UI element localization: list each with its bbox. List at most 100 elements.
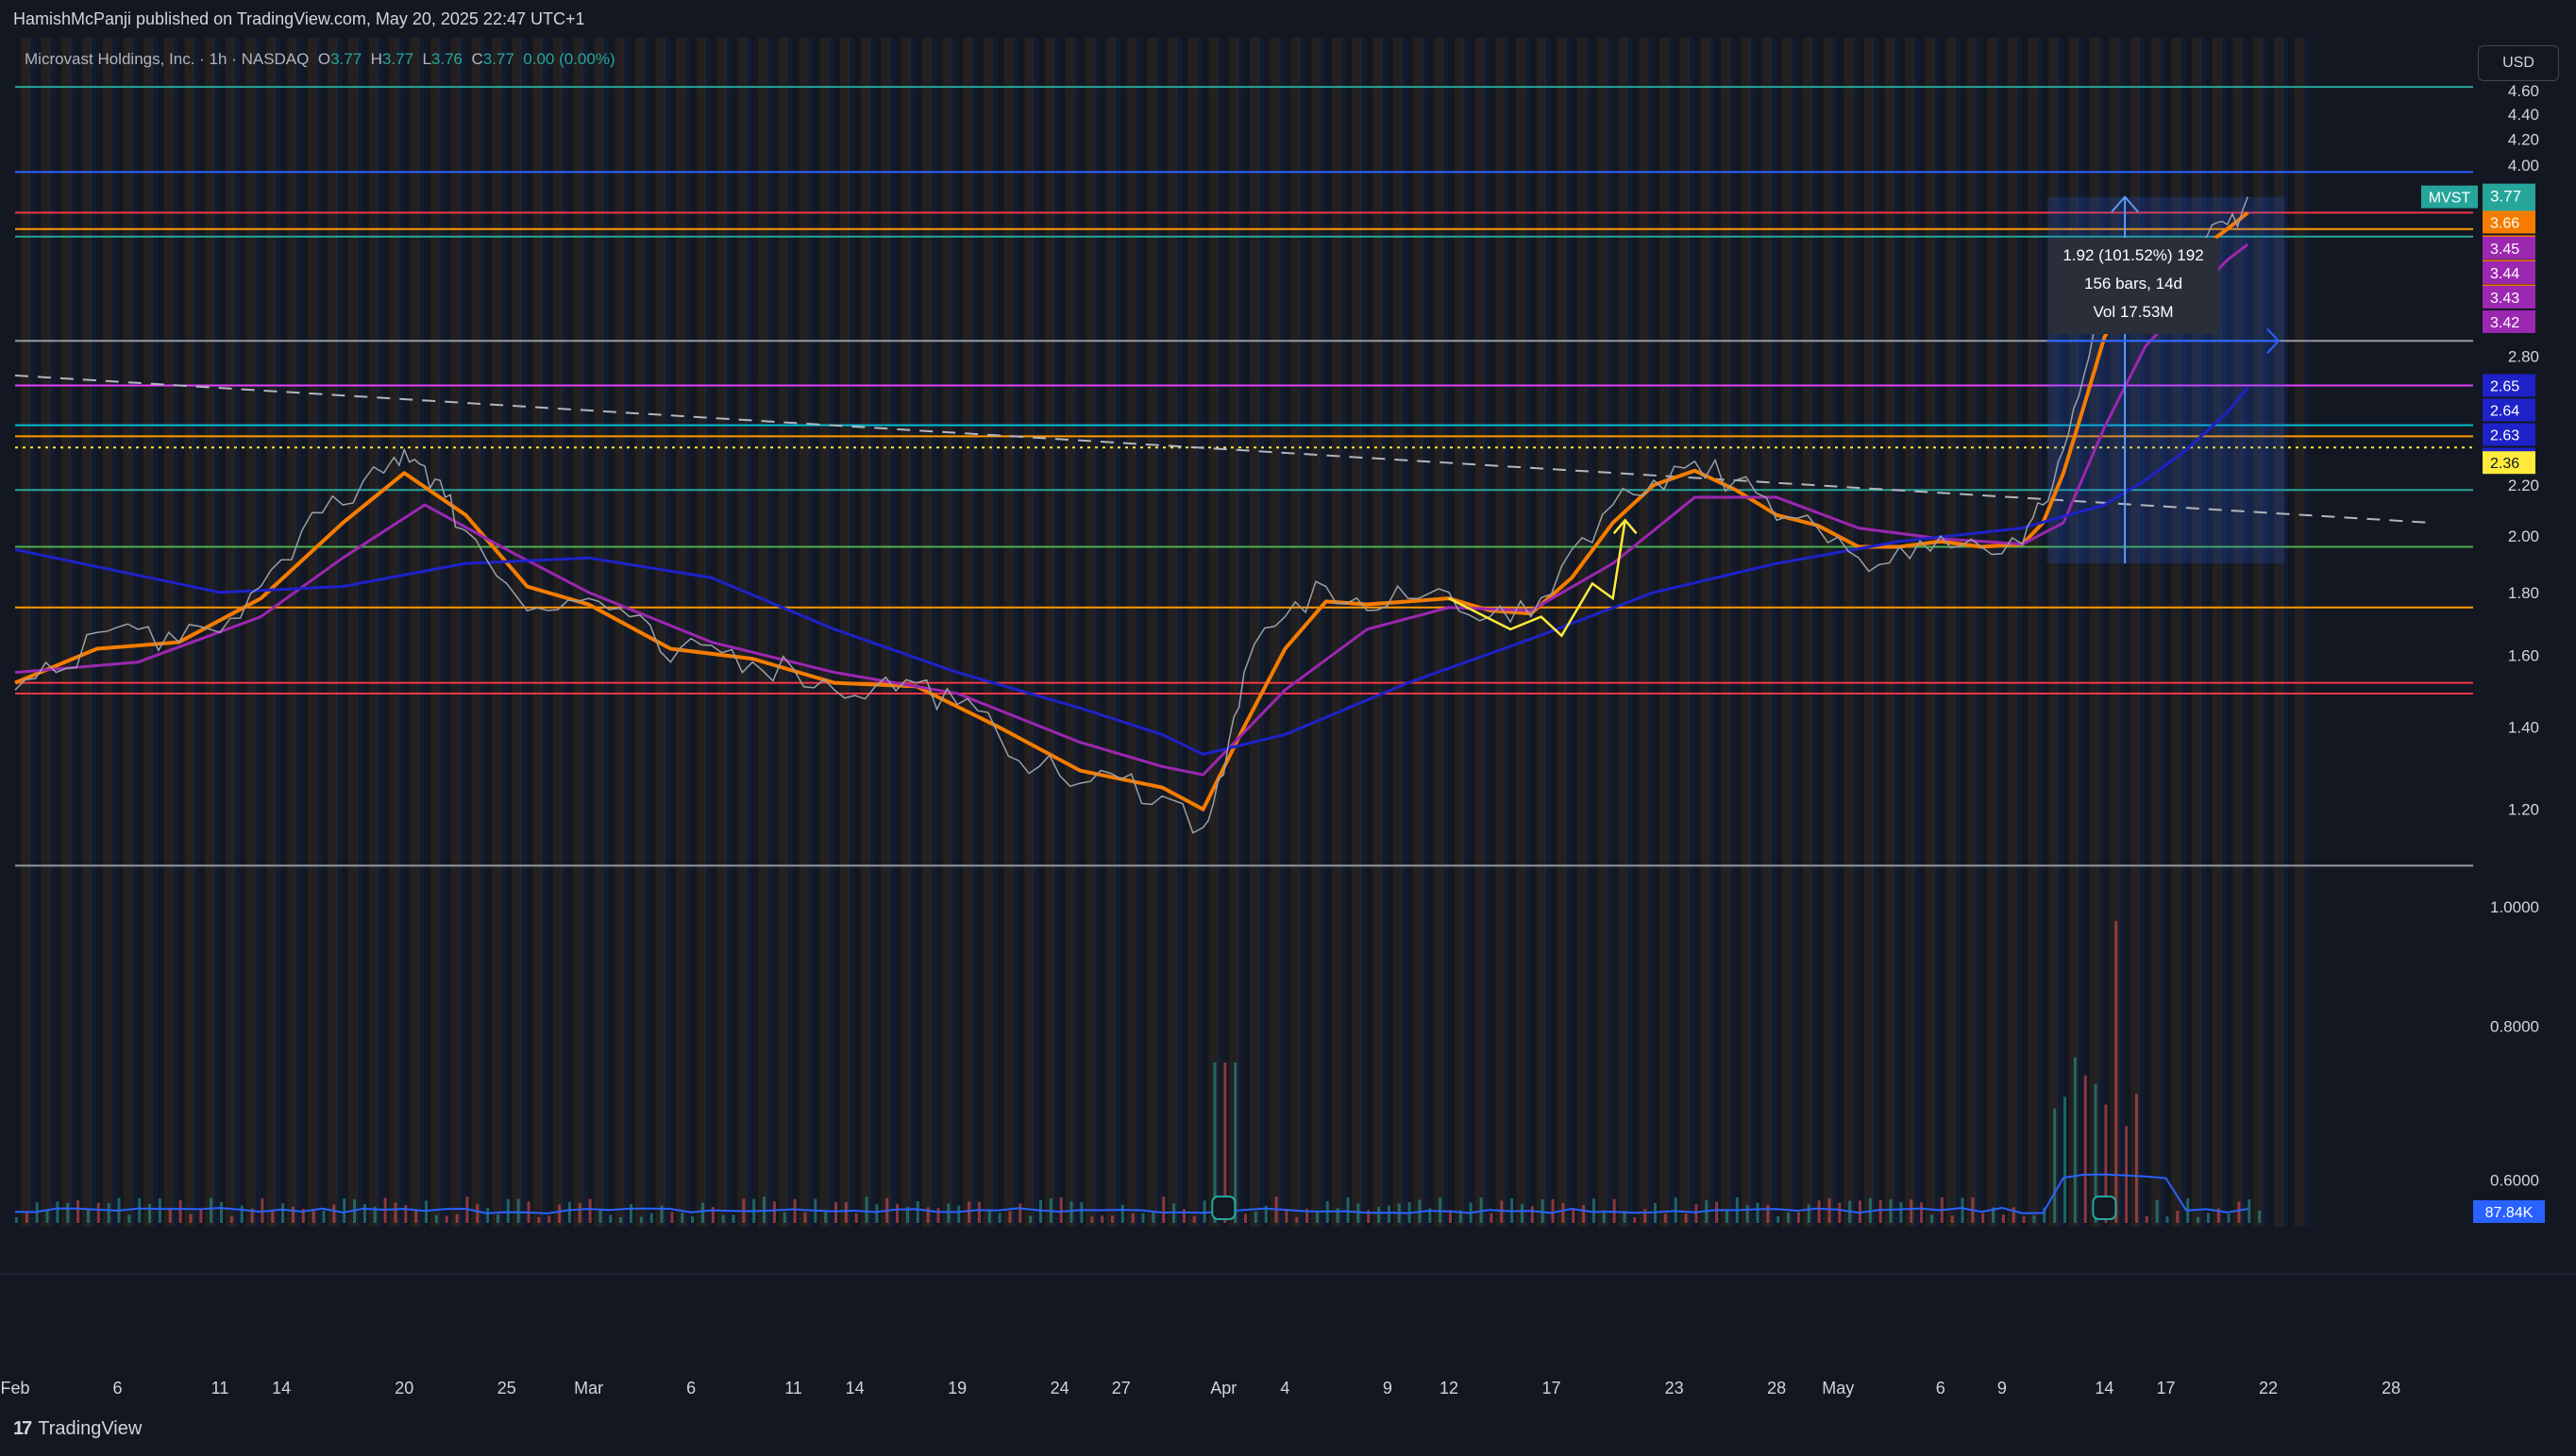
session-stripe (561, 38, 568, 1227)
volume-bar (362, 1204, 366, 1223)
volume-bar (537, 1216, 541, 1223)
price-tick-label: 2.00 (2508, 527, 2539, 545)
earnings-marker-icon (2092, 1196, 2117, 1220)
volume-bar (96, 1202, 100, 1223)
volume-bar (1101, 1215, 1104, 1223)
volume-bar (700, 1202, 704, 1223)
session-stripe (417, 38, 425, 1227)
session-stripe (663, 38, 670, 1227)
session-stripe (314, 38, 322, 1227)
session-stripe (1524, 38, 1531, 1227)
session-stripe (1933, 38, 1941, 1227)
volume-bar (2206, 1213, 2210, 1223)
price-label-text: 3.43 (2490, 291, 2519, 307)
volume-bar (2155, 1199, 2159, 1223)
volume-bar (1551, 1198, 1555, 1223)
volume-bar (1838, 1202, 1842, 1223)
volume-bar (957, 1205, 961, 1223)
session-stripe (1380, 38, 1388, 1227)
volume-bar (2022, 1215, 2026, 1223)
volume-bar (2073, 1057, 2077, 1223)
session-stripe (396, 38, 404, 1227)
volume-bar (793, 1198, 797, 1223)
volume-bar (425, 1200, 428, 1223)
session-stripe (109, 38, 117, 1227)
volume-bar (1756, 1202, 1759, 1223)
price-tick-label: 4.20 (2508, 130, 2539, 148)
symbol-title[interactable]: Microvast Holdings, Inc. · 1h · NASDAQ (25, 50, 309, 68)
volume-bar (2114, 921, 2118, 1223)
brand-name: TradingView (38, 1418, 143, 1439)
volume-bar (2237, 1201, 2241, 1223)
price-label-text: 2.63 (2490, 428, 2519, 444)
volume-bar (1377, 1207, 1381, 1223)
volume-bar (649, 1213, 653, 1223)
session-stripe (950, 38, 957, 1227)
session-stripe (1052, 38, 1059, 1227)
volume-bar (1254, 1212, 1257, 1223)
tradingview-logo-icon: 17 (13, 1418, 32, 1439)
close-label: C (471, 50, 483, 68)
session-stripe (1011, 38, 1019, 1227)
volume-bar (127, 1214, 131, 1223)
volume-bar (1346, 1197, 1350, 1223)
currency-button[interactable]: USD (2478, 45, 2559, 81)
volume-bar (1591, 1198, 1595, 1223)
volume-bar (691, 1215, 695, 1223)
last-price-label: 3.77 (2490, 188, 2521, 206)
volume-bar (854, 1213, 858, 1223)
time-tick-label: Apr (1210, 1379, 1237, 1397)
tradingview-brand[interactable]: 17 TradingView (13, 1418, 142, 1440)
time-tick-label: 11 (784, 1379, 802, 1397)
price-label-text: 3.44 (2490, 266, 2519, 282)
session-stripe (745, 38, 752, 1227)
session-stripe (888, 38, 896, 1227)
price-chart[interactable]: 4.60 4.40 4.20 4.00 2.80 2.20 2.00 1.80 1.60 1.40… (0, 0, 2576, 1456)
session-stripe (1912, 38, 1920, 1227)
volume-bar (916, 1201, 919, 1223)
volume-bar (138, 1197, 142, 1223)
price-tick-label: 1.0000 (2490, 898, 2539, 916)
volume-bar (1080, 1202, 1084, 1223)
time-tick-label: 6 (686, 1379, 696, 1397)
volume-bar (1019, 1203, 1022, 1223)
session-stripe (28, 38, 35, 1227)
volume-bar (1684, 1213, 1688, 1223)
volume-bar (1090, 1216, 1094, 1223)
volume-bar (721, 1214, 725, 1223)
session-stripe (990, 38, 998, 1227)
open-value: 3.77 (330, 50, 362, 68)
price-label-text: 2.65 (2490, 379, 2519, 395)
session-stripe (2301, 38, 2309, 1227)
session-stripe (356, 38, 363, 1227)
session-stripe (1605, 38, 1612, 1227)
volume-bar (763, 1197, 766, 1223)
volume-bar (2258, 1211, 2262, 1223)
session-stripe (1872, 38, 1878, 1227)
volume-bar (1162, 1197, 1166, 1223)
volume-bar (516, 1198, 520, 1223)
session-shading (21, 38, 2309, 1227)
volume-bar (1387, 1205, 1390, 1223)
volume-bar (732, 1214, 735, 1223)
measure-volume: Vol 17.53M (2093, 303, 2174, 321)
volume-bar (803, 1212, 807, 1223)
session-stripe (1667, 38, 1674, 1227)
time-tick-label: 22 (2259, 1379, 2278, 1397)
price-label-text: 2.36 (2490, 456, 2519, 472)
volume-bar (598, 1209, 602, 1223)
volume-bar (1950, 1215, 1954, 1223)
price-tick-label: 2.80 (2508, 347, 2539, 365)
volume-bar (1766, 1204, 1770, 1223)
volume-bar (1643, 1209, 1647, 1223)
session-stripe (48, 38, 56, 1227)
volume-bar (639, 1216, 643, 1223)
volume-bar (1582, 1205, 1586, 1223)
session-stripe (1257, 38, 1264, 1227)
time-tick-label: 12 (1440, 1379, 1458, 1397)
volume-bar (168, 1209, 172, 1223)
volume-bar (158, 1197, 161, 1223)
volume-tag-label: 87.84K (2485, 1205, 2534, 1221)
volume-bar (1295, 1216, 1299, 1223)
session-stripe (1319, 38, 1326, 1227)
